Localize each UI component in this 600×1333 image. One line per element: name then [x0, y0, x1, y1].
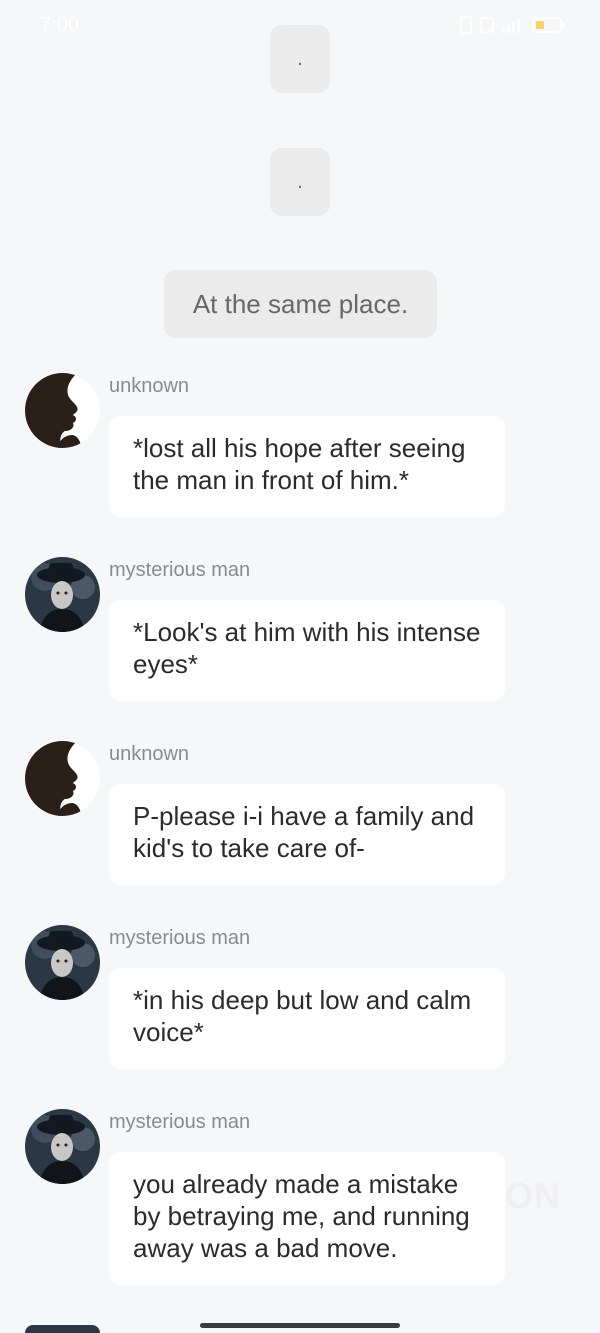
- message-bubble[interactable]: *Look's at him with his intense eyes*: [109, 600, 505, 701]
- narration-bubble: .: [270, 148, 330, 216]
- sender-name: mysterious man: [109, 1111, 251, 1133]
- sender-name: mysterious man: [109, 927, 251, 949]
- message-bubble[interactable]: *in his deep but low and calm voice*: [109, 968, 505, 1069]
- silhouette-avatar[interactable]: [25, 741, 100, 816]
- watermark: ON: [505, 1175, 561, 1216]
- sender-name: mysterious man: [109, 559, 251, 581]
- home-indicator[interactable]: [200, 1323, 400, 1328]
- dark-portrait-avatar[interactable]: [25, 925, 100, 1000]
- dark-portrait-avatar[interactable]: [25, 1109, 100, 1184]
- signal-icon: [502, 17, 524, 33]
- narration-bubble: At the same place.: [164, 270, 437, 338]
- sender-name: unknown: [109, 743, 190, 765]
- message-bubble[interactable]: *lost all his hope after seeing the man …: [109, 416, 505, 517]
- narration-bubble: .: [270, 25, 330, 93]
- dark-portrait-avatar: [25, 1325, 100, 1333]
- silhouette-avatar[interactable]: [25, 373, 100, 448]
- alarm-icon: [480, 17, 494, 33]
- status-time: 7:00: [40, 14, 79, 36]
- status-icons: [460, 16, 565, 34]
- dark-portrait-avatar[interactable]: [25, 557, 100, 632]
- message-bubble[interactable]: P-please i-i have a family and kid's to …: [109, 784, 505, 885]
- sender-name: unknown: [109, 375, 190, 397]
- battery-icon: [532, 17, 565, 33]
- vibrate-icon: [460, 16, 472, 34]
- message-bubble[interactable]: you already made a mistake by betraying …: [109, 1152, 505, 1285]
